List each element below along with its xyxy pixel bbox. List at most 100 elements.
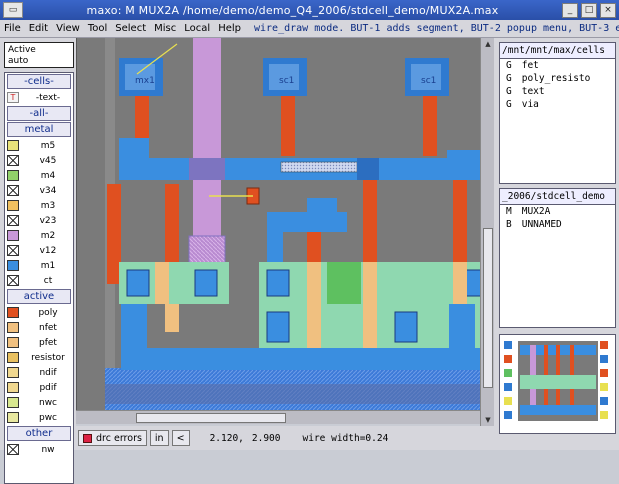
cell-library-list: /mnt/mnt/max/cells Gfet Gpoly_resisto Gtex… (499, 42, 616, 184)
window-menu-button[interactable]: ▭ (3, 2, 23, 18)
minimap[interactable] (499, 334, 616, 434)
text-swatch: T (7, 92, 19, 103)
active-swatch-pwc (7, 412, 19, 423)
active-layer-pdif[interactable]: pdif (5, 380, 73, 395)
cell_lib-item-name: poly_resisto (521, 73, 591, 84)
text-layer-label: -text- (35, 92, 61, 103)
metal-label-v45: v45 (39, 155, 57, 166)
metal-layer-v12[interactable]: v12 (5, 243, 73, 258)
cell_lib-item-tag: G (506, 73, 512, 84)
metal-section[interactable]: metal (7, 122, 71, 137)
active-label-pwc: pwc (38, 412, 58, 423)
coord-x: 2.120, (209, 432, 244, 444)
cell-library-path[interactable]: /mnt/mnt/max/cells (500, 43, 615, 59)
metal-label-m5: m5 (40, 140, 56, 151)
active-layer-pwc[interactable]: pwc (5, 410, 73, 425)
metal-swatch-v12 (7, 245, 19, 256)
design_lib-item[interactable]: M MUX2A (500, 205, 615, 218)
metal-layer-ct[interactable]: ct (5, 273, 73, 288)
menu-help[interactable]: Help (214, 23, 245, 34)
scroll-down-icon[interactable]: ▼ (483, 416, 493, 426)
active-label-pdif: pdif (39, 382, 57, 393)
active-layer-nfet[interactable]: nfet (5, 320, 73, 335)
active-layer-pfet[interactable]: pfet (5, 335, 73, 350)
menu-misc[interactable]: Misc (150, 23, 180, 34)
status-line: wire_draw mode. BUT-1 adds segment, BUT-… (250, 20, 619, 38)
metal-layer-v23[interactable]: v23 (5, 213, 73, 228)
close-button[interactable]: × (600, 2, 616, 18)
cell_lib-item[interactable]: Gfet (500, 59, 615, 72)
window-title: maxo: M MUX2A /home/demo/demo_Q4_2006/st… (86, 3, 499, 17)
active-swatch-poly (7, 307, 19, 318)
cell_lib-item-name: fet (521, 60, 539, 71)
drc-errors-toggle[interactable]: drc errors (78, 430, 147, 446)
menu-view[interactable]: View (52, 23, 84, 34)
zoom-in-button[interactable]: in (149, 430, 169, 446)
metal-layer-m3[interactable]: m3 (5, 198, 73, 213)
menu-tool[interactable]: Tool (84, 23, 111, 34)
zoom-back-button[interactable]: < (171, 430, 190, 446)
all-section[interactable]: -all- (7, 106, 71, 121)
layout-canvas[interactable]: mx1 sc1 sc1 (76, 38, 494, 410)
metal-layer-m5[interactable]: m5 (5, 138, 73, 153)
active-swatch-pfet (7, 337, 19, 348)
active-layer-ndif[interactable]: ndif (5, 365, 73, 380)
cell_lib-item-tag: G (506, 60, 512, 71)
design_lib-item-name: UNNAMED (521, 219, 562, 230)
wire-width: wire width=0.24 (302, 432, 389, 444)
cell-c-label: sc1 (421, 76, 436, 86)
design-library-list: _2006/stdcell_demo M MUX2A B UNNAMED (499, 188, 616, 328)
active-layer-poly[interactable]: poly (5, 305, 73, 320)
menu-local[interactable]: Local (180, 23, 214, 34)
metal-label-v23: v23 (39, 215, 57, 226)
design-library-path[interactable]: _2006/stdcell_demo (500, 189, 615, 205)
active-layer-resistor[interactable]: resistor (5, 350, 73, 365)
cells-section[interactable]: -cells- (7, 74, 71, 89)
cell_lib-item[interactable]: Gpoly_resisto (500, 72, 615, 85)
layer-list: -cells- T -text- -all- metal m5 v45 m4 v34 m… (4, 72, 74, 484)
cell_lib-item-name: text (521, 86, 545, 97)
metal-label-v34: v34 (39, 185, 57, 196)
design_lib-item-tag: M (506, 206, 512, 217)
vertical-scrollbar[interactable]: ▲ ▼ (480, 38, 494, 428)
cell_lib-item[interactable]: Gvia (500, 98, 615, 111)
drc-label: drc errors (96, 432, 142, 444)
menu-edit[interactable]: Edit (25, 23, 52, 34)
scroll-up-icon[interactable]: ▲ (483, 40, 493, 50)
metal-swatch-m2 (7, 230, 19, 241)
active-label-ndif: ndif (39, 367, 57, 378)
cell_lib-item[interactable]: Gtext (500, 85, 615, 98)
cell-b-label: sc1 (279, 76, 294, 86)
active-swatch-nfet (7, 322, 19, 333)
metal-label-ct: ct (43, 275, 53, 286)
horizontal-scroll-thumb[interactable] (136, 413, 286, 423)
active-section[interactable]: active (7, 289, 71, 304)
minimize-button[interactable]: _ (562, 2, 578, 18)
coord-y: 2.900 (251, 432, 281, 444)
layout-drawing[interactable]: mx1 sc1 sc1 (77, 38, 494, 410)
metal-layer-m4[interactable]: m4 (5, 168, 73, 183)
menu-file[interactable]: File (0, 23, 25, 34)
metal-layer-m2[interactable]: m2 (5, 228, 73, 243)
active-layer-nwc[interactable]: nwc (5, 395, 73, 410)
horizontal-scrollbar[interactable] (76, 410, 480, 424)
drc-checkbox[interactable] (83, 433, 92, 443)
metal-layer-m1[interactable]: m1 (5, 258, 73, 273)
active-swatch-nwc (7, 397, 19, 408)
active-layer-box[interactable]: Active auto (4, 42, 74, 68)
metal-swatch-m1 (7, 260, 19, 271)
metal-swatch-m5 (7, 140, 19, 151)
other-section[interactable]: other (7, 426, 71, 441)
metal-swatch-m4 (7, 170, 19, 181)
design_lib-item[interactable]: B UNNAMED (500, 218, 615, 231)
library-panel: /mnt/mnt/max/cells Gfet Gpoly_resisto Gtex… (494, 38, 619, 450)
vertical-scroll-thumb[interactable] (483, 228, 493, 388)
active-label-poly: poly (38, 307, 58, 318)
maximize-button[interactable]: □ (581, 2, 597, 18)
text-layer[interactable]: T -text- (5, 90, 73, 105)
menu-select[interactable]: Select (111, 23, 150, 34)
metal-layer-v34[interactable]: v34 (5, 183, 73, 198)
active-value: auto (8, 56, 29, 66)
metal-layer-v45[interactable]: v45 (5, 153, 73, 168)
minimap-drawing (500, 335, 615, 433)
